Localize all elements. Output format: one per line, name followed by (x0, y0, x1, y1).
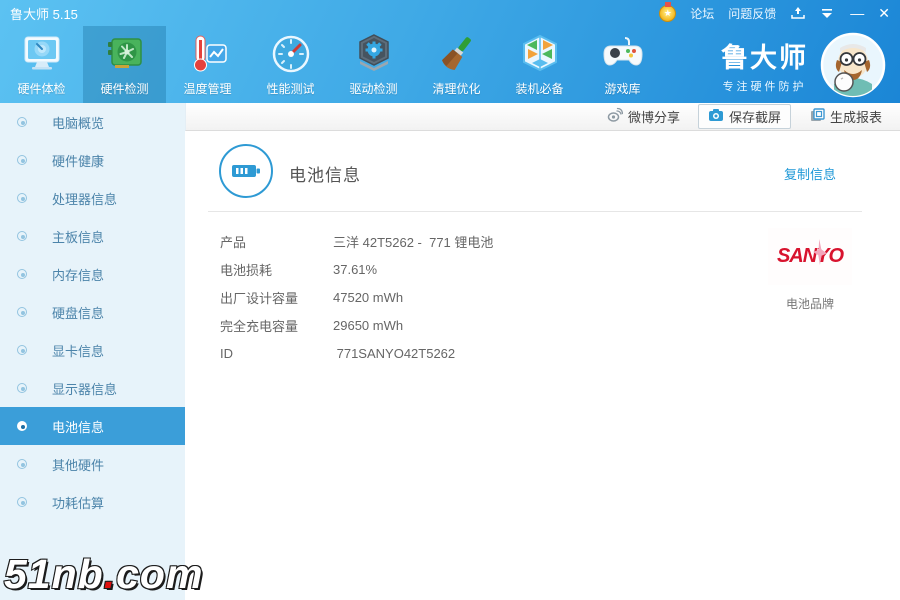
battery-icon (219, 144, 273, 198)
thermometer-icon (185, 31, 231, 77)
save-screenshot-button[interactable]: 保存截屏 (697, 104, 791, 129)
battery-fields: 产品 三洋 42T5262 - 771 锂电池 电池损耗 37.61% 出厂设计… (220, 227, 493, 367)
nav-label: 硬件体检 (17, 82, 66, 96)
radio-bullet-icon (17, 421, 27, 431)
nav-label: 驱动检测 (349, 82, 398, 96)
sidebar-item-motherboard-info[interactable]: 主板信息 (0, 217, 185, 255)
sidebar-item-memory-info[interactable]: 内存信息 (0, 255, 185, 293)
brand-slogan: 专注硬件防护 (722, 80, 807, 93)
field-row-wear-level: 电池损耗 37.61% (220, 261, 378, 278)
radio-bullet-icon (17, 155, 27, 165)
titlebar-controls: ★ 论坛 问题反馈 — ✕ (659, 1, 890, 22)
feedback-link[interactable]: 问题反馈 (728, 5, 776, 22)
panel-title: 电池信息 (289, 166, 361, 185)
nav-item-temperature[interactable]: 温度管理 (166, 26, 249, 103)
main-nav: 硬件体检 硬件检测 温度管理 性能测试 驱动检测 清理优化 装机必备 游戏库 鲁… (0, 26, 900, 103)
forum-link[interactable]: 论坛 (690, 5, 714, 22)
radio-bullet-icon (17, 231, 27, 241)
gauge-icon (268, 31, 314, 77)
sanyo-logo: SANYO (776, 245, 844, 267)
watermark: 51nb.com (3, 550, 204, 598)
field-row-design-capacity: 出厂设计容量 47520 mWh (220, 289, 404, 306)
sidebar-item-computer-overview[interactable]: 电脑概览 (0, 103, 185, 141)
cube-icon (517, 31, 563, 77)
camera-icon (708, 108, 724, 125)
radio-bullet-icon (17, 383, 27, 393)
medal-icon[interactable]: ★ (659, 1, 677, 22)
app-window: 鲁大师 5.15 ★ 论坛 问题反馈 — ✕ 硬件体检 硬件检测 温度管理 性能… (0, 0, 900, 600)
sidebar-item-hardware-health[interactable]: 硬件健康 (0, 141, 185, 179)
weibo-share-button[interactable]: 微博分享 (607, 107, 680, 126)
minimize-button[interactable]: — (850, 6, 864, 20)
nav-label: 装机必备 (515, 82, 564, 96)
sidebar-item-power-estimate[interactable]: 功耗估算 (0, 483, 185, 521)
field-row-product: 产品 三洋 42T5262 - 771 锂电池 (220, 234, 494, 250)
radio-bullet-icon (17, 307, 27, 317)
radio-bullet-icon (17, 269, 27, 279)
radio-bullet-icon (17, 345, 27, 355)
nav-item-essentials[interactable]: 装机必备 (498, 26, 581, 103)
report-icon (809, 107, 825, 126)
nav-item-cleanup[interactable]: 清理优化 (415, 26, 498, 103)
mascot-icon (820, 32, 886, 98)
weibo-icon (607, 107, 624, 126)
radio-bullet-icon (17, 497, 27, 507)
battery-info-panel: 电池信息 复制信息 产品 三洋 42T5262 - 771 锂电池 电池损耗 3… (185, 131, 900, 600)
gear-hexagon-icon (351, 31, 397, 77)
copy-info-link[interactable]: 复制信息 (784, 164, 836, 183)
field-row-id: ID 771SANYO42T5262 (220, 345, 456, 361)
gpu-card-icon (102, 31, 148, 77)
brand-area: 鲁大师 专注硬件防护 (721, 26, 900, 103)
brand-name: 鲁大师 (721, 42, 808, 73)
nav-label: 硬件检测 (100, 82, 149, 96)
battery-brand-caption: 电池品牌 (785, 297, 834, 311)
brand-text: 鲁大师 专注硬件防护 (721, 36, 808, 94)
generate-report-button[interactable]: 生成报表 (809, 107, 882, 126)
nav-item-games[interactable]: 游戏库 (581, 26, 664, 103)
menu-dropdown-icon[interactable] (820, 6, 836, 20)
action-bar: 微博分享 保存截屏 生成报表 (185, 103, 900, 131)
field-row-full-charge-capacity: 完全充电容量 29650 mWh (220, 317, 404, 334)
nav-label: 游戏库 (604, 82, 641, 96)
gamepad-icon (600, 31, 646, 77)
sidebar: 电脑概览 硬件健康 处理器信息 主板信息 内存信息 硬盘信息 显卡信息 显示器信… (0, 103, 185, 600)
sidebar-item-battery-info[interactable]: 电池信息 (0, 407, 185, 445)
weibo-share-label: 微博分享 (627, 110, 680, 125)
nav-label: 性能测试 (266, 82, 315, 96)
header: 鲁大师 5.15 ★ 论坛 问题反馈 — ✕ 硬件体检 硬件检测 温度管理 性能… (0, 0, 900, 103)
nav-item-hardware-detect[interactable]: 硬件检测 (83, 26, 166, 103)
close-button[interactable]: ✕ (878, 6, 890, 20)
app-title: 鲁大师 5.15 (10, 6, 78, 22)
brush-icon (434, 31, 480, 77)
save-screenshot-label: 保存截屏 (728, 110, 781, 125)
titlebar: 鲁大师 5.15 ★ 论坛 问题反馈 — ✕ (0, 0, 900, 26)
sidebar-item-disk-info[interactable]: 硬盘信息 (0, 293, 185, 331)
sidebar-item-other-hardware[interactable]: 其他硬件 (0, 445, 185, 483)
header-divider (208, 211, 862, 212)
monitor-radar-icon (19, 31, 65, 77)
radio-bullet-icon (17, 193, 27, 203)
nav-item-driver[interactable]: 驱动检测 (332, 26, 415, 103)
upload-icon[interactable] (790, 6, 806, 20)
generate-report-label: 生成报表 (829, 110, 882, 125)
sidebar-item-cpu-info[interactable]: 处理器信息 (0, 179, 185, 217)
sidebar-item-gpu-info[interactable]: 显卡信息 (0, 331, 185, 369)
panel-header: 电池信息 复制信息 (185, 131, 900, 211)
battery-brand-logo: SANYO (768, 228, 852, 285)
nav-label: 温度管理 (183, 82, 232, 96)
nav-label: 清理优化 (432, 82, 481, 96)
sidebar-item-monitor-info[interactable]: 显示器信息 (0, 369, 185, 407)
nav-item-hardware-checkup[interactable]: 硬件体检 (0, 26, 83, 103)
nav-item-performance[interactable]: 性能测试 (249, 26, 332, 103)
radio-bullet-icon (17, 459, 27, 469)
radio-bullet-icon (17, 117, 27, 127)
